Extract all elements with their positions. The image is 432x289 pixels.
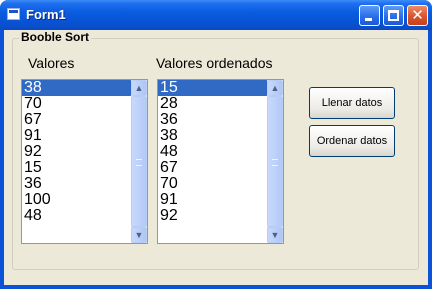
scroll-up-icon[interactable]: ▲ (267, 80, 283, 96)
scroll-thumb[interactable] (267, 96, 283, 227)
ordenar-datos-button[interactable]: Ordenar datos (309, 125, 395, 157)
list-item[interactable]: 67 (22, 112, 147, 128)
list-item[interactable]: 70 (158, 176, 283, 192)
list-item[interactable]: 38 (158, 128, 283, 144)
list-item[interactable]: 36 (158, 112, 283, 128)
valores-scrollbar[interactable]: ▲ ▼ (131, 80, 147, 243)
scroll-up-icon[interactable]: ▲ (131, 80, 147, 96)
window-bottom-border (0, 285, 432, 289)
close-button[interactable]: ✕ (407, 5, 428, 26)
minimize-button[interactable] (359, 5, 380, 26)
list-item[interactable]: 92 (22, 144, 147, 160)
ordenados-scrollbar[interactable]: ▲ ▼ (267, 80, 283, 243)
valores-label: Valores (28, 55, 75, 71)
app-icon[interactable] (7, 8, 20, 20)
list-item[interactable]: 100 (22, 192, 147, 208)
valores-ordenados-label: Valores ordenados (156, 55, 273, 71)
list-item[interactable]: 92 (158, 208, 283, 224)
list-item[interactable]: 91 (158, 192, 283, 208)
list-item[interactable]: 67 (158, 160, 283, 176)
window-title: Form1 (26, 7, 66, 22)
list-item[interactable]: 15 (158, 80, 283, 96)
list-item[interactable]: 70 (22, 96, 147, 112)
list-item[interactable]: 48 (22, 208, 147, 224)
scroll-down-icon[interactable]: ▼ (267, 227, 283, 243)
maximize-button[interactable] (383, 5, 404, 26)
list-item[interactable]: 15 (22, 160, 147, 176)
booble-sort-groupbox: Booble Sort Valores Valores ordenados 38… (12, 30, 419, 270)
scroll-thumb[interactable] (131, 96, 147, 227)
form-client-area: Booble Sort Valores Valores ordenados 38… (4, 30, 428, 285)
title-bar[interactable]: Form1 ✕ (0, 0, 432, 30)
llenar-datos-button[interactable]: Llenar datos (309, 87, 395, 119)
list-item[interactable]: 36 (22, 176, 147, 192)
ordenados-listbox[interactable]: 15 28 36 38 48 67 70 91 92 ▲ ▼ (157, 79, 284, 244)
form1-window: Form1 ✕ Booble Sort Valores Valores orde… (0, 0, 432, 289)
close-icon: ✕ (411, 6, 424, 24)
list-item[interactable]: 91 (22, 128, 147, 144)
list-item[interactable]: 38 (22, 80, 147, 96)
list-item[interactable]: 48 (158, 144, 283, 160)
scroll-down-icon[interactable]: ▼ (131, 227, 147, 243)
list-item[interactable]: 28 (158, 96, 283, 112)
groupbox-title: Booble Sort (19, 30, 91, 44)
valores-listbox[interactable]: 38 70 67 91 92 15 36 100 48 ▲ ▼ (21, 79, 148, 244)
